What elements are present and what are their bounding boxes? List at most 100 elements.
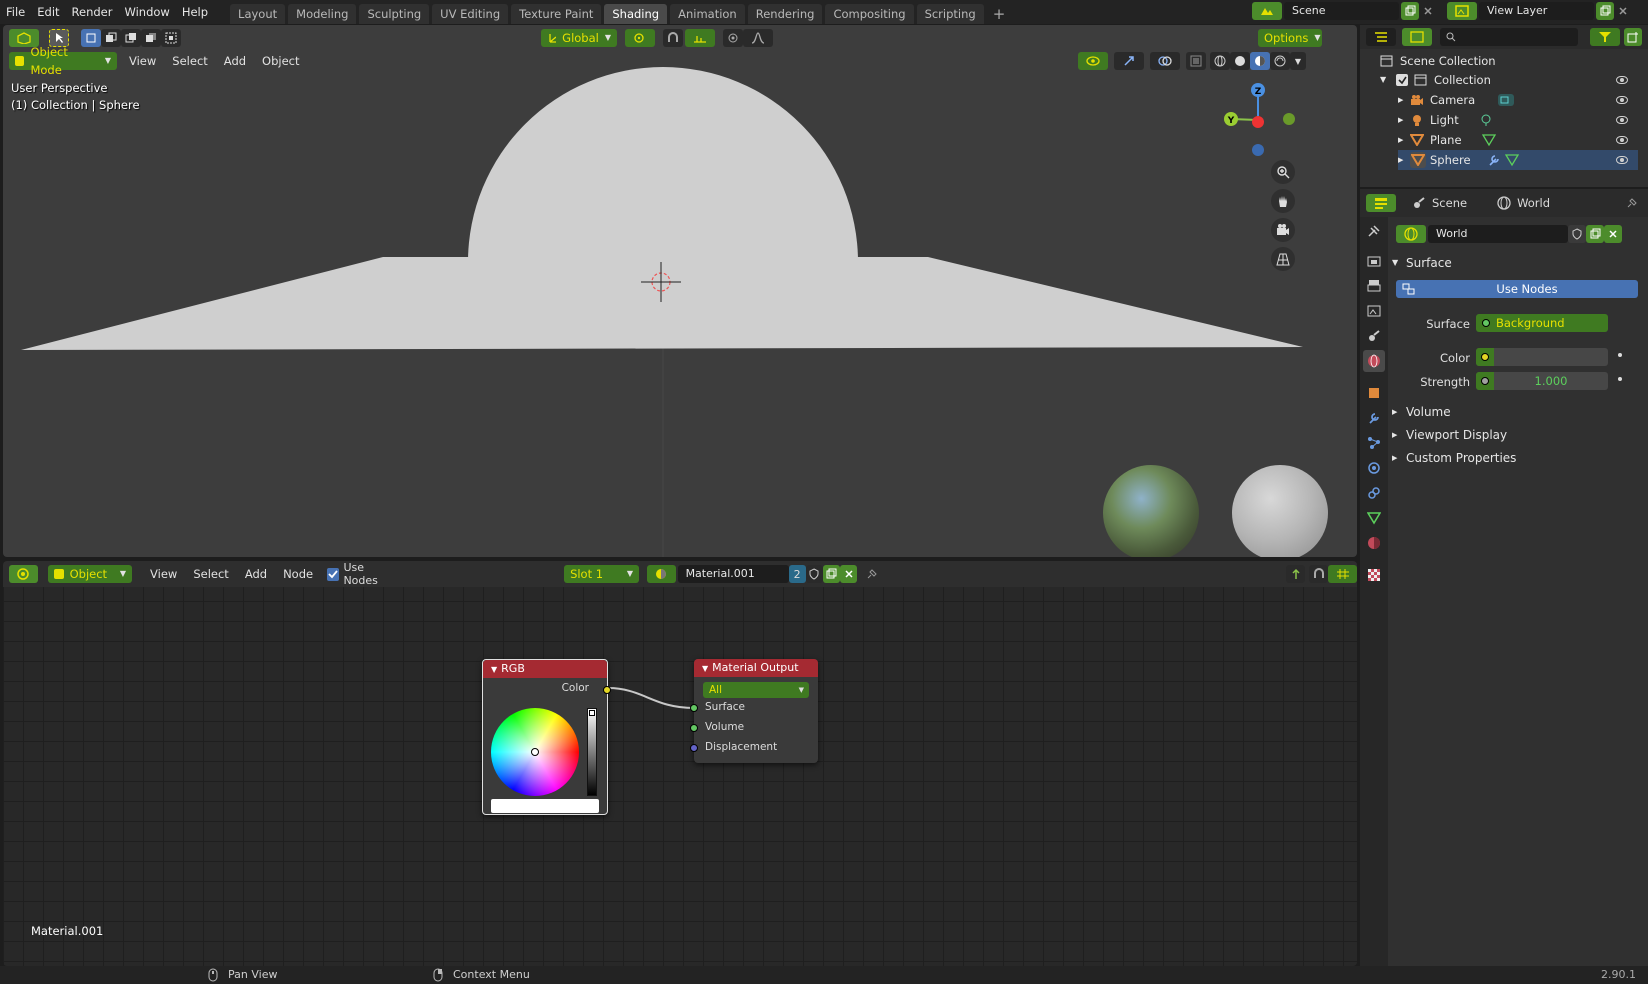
properties-editor-type-icon[interactable] (1366, 194, 1396, 212)
expand-triangle-icon[interactable]: ▶ (1398, 90, 1410, 110)
tab-animation[interactable]: Animation (670, 4, 745, 24)
outliner-editor-type-icon[interactable] (1366, 28, 1396, 46)
transform-orientation-dropdown[interactable]: Global ▼ (541, 29, 617, 47)
outliner-item-sphere[interactable]: ▶ Sphere (1398, 150, 1638, 170)
view-layer-icon[interactable] (1447, 2, 1477, 20)
tab-texture-paint[interactable]: Texture Paint (511, 4, 602, 24)
world-browse-icon[interactable] (1396, 225, 1426, 243)
menu-file[interactable]: File (0, 0, 31, 24)
scene-icon[interactable] (1252, 2, 1282, 20)
chevron-down-icon[interactable]: ▼ (1290, 52, 1306, 70)
world-tab-icon[interactable] (1363, 350, 1385, 372)
scene-field[interactable]: Scene (1284, 2, 1399, 20)
displacement-input-socket[interactable] (690, 744, 698, 752)
color-field[interactable] (1476, 348, 1608, 366)
keyframe-dot-icon[interactable] (1618, 377, 1622, 381)
volume-input-socket[interactable] (690, 724, 698, 732)
color-wheel[interactable] (491, 708, 579, 796)
wireframe-shading-icon[interactable] (1210, 52, 1230, 70)
value-slider-handle[interactable] (589, 710, 595, 716)
surface-panel-header[interactable]: ▼ Surface (1392, 252, 1642, 274)
xray-icon[interactable] (1186, 52, 1206, 70)
tool-tab-icon[interactable] (1363, 220, 1385, 242)
delete-scene-icon[interactable] (1419, 2, 1437, 20)
tab-scripting[interactable]: Scripting (916, 4, 984, 24)
fake-user-shield-icon[interactable] (1568, 225, 1586, 243)
tab-sculpting[interactable]: Sculpting (359, 4, 430, 24)
outliner-item-plane[interactable]: ▶ Plane (1398, 130, 1638, 150)
strength-field[interactable]: 1.000 (1476, 372, 1608, 390)
menu-render[interactable]: Render (66, 0, 119, 24)
visibility-icon[interactable] (1078, 52, 1108, 70)
overlays-icon[interactable] (1150, 52, 1180, 70)
expand-triangle-icon[interactable]: ▼ (1380, 70, 1396, 90)
collapse-triangle-icon[interactable]: ▼ (702, 664, 708, 673)
visibility-eye-icon[interactable] (1616, 96, 1628, 104)
tab-uv-editing[interactable]: UV Editing (432, 4, 509, 24)
pan-hand-icon[interactable] (1271, 189, 1295, 213)
unlink-world-icon[interactable] (1604, 225, 1622, 243)
select-mode-extend-icon[interactable] (101, 29, 121, 47)
outliner-item-light[interactable]: ▶ Light (1398, 110, 1638, 130)
expand-triangle-icon[interactable]: ▶ (1398, 130, 1410, 150)
custom-properties-panel-header[interactable]: ▶ Custom Properties (1392, 447, 1642, 469)
value-slider[interactable] (587, 708, 597, 796)
keyframe-dot-icon[interactable] (1618, 353, 1622, 357)
viewport-menu-view[interactable]: View (123, 52, 162, 70)
collapse-triangle-icon[interactable]: ▼ (491, 665, 497, 674)
color-swatch[interactable] (491, 799, 599, 813)
pivot-point-icon[interactable] (625, 29, 655, 47)
material-tab-icon[interactable] (1363, 532, 1385, 554)
constraints-tab-icon[interactable] (1363, 482, 1385, 504)
visibility-eye-icon[interactable] (1616, 156, 1628, 164)
delete-view-layer-icon[interactable] (1614, 2, 1632, 20)
new-collection-icon[interactable] (1624, 28, 1642, 46)
material-preview-shading-icon[interactable] (1250, 52, 1270, 70)
mode-dropdown[interactable]: Object Mode ▼ (9, 45, 117, 77)
perspective-grid-icon[interactable] (1271, 247, 1295, 271)
snap-icon[interactable] (663, 29, 683, 47)
render-tab-icon[interactable] (1363, 250, 1385, 272)
object-tab-icon[interactable] (1363, 382, 1385, 404)
tab-layout[interactable]: Layout (230, 4, 286, 24)
rgb-node-header[interactable]: ▼ RGB (483, 660, 607, 678)
select-mode-intersect-icon[interactable] (161, 29, 181, 47)
gizmo-toggle-icon[interactable] (1114, 52, 1144, 70)
filter-icon[interactable] (1590, 28, 1620, 46)
viewport-menu-object[interactable]: Object (256, 52, 305, 70)
viewport-menu-add[interactable]: Add (218, 52, 252, 70)
outliner-scene-collection[interactable]: Scene Collection (1380, 51, 1496, 71)
tab-rendering[interactable]: Rendering (747, 4, 823, 24)
viewport-display-panel-header[interactable]: ▶ Viewport Display (1392, 424, 1642, 446)
menu-edit[interactable]: Edit (31, 0, 65, 24)
menu-help[interactable]: Help (176, 0, 214, 24)
camera-view-icon[interactable] (1271, 218, 1295, 242)
rendered-shading-icon[interactable] (1270, 52, 1290, 70)
tab-shading[interactable]: Shading (604, 4, 668, 24)
viewport-menu-select[interactable]: Select (166, 52, 213, 70)
data-tab-icon[interactable] (1363, 507, 1385, 529)
menu-window[interactable]: Window (118, 0, 175, 24)
rgb-color-output-socket[interactable] (603, 686, 611, 694)
solid-shading-icon[interactable] (1230, 52, 1250, 70)
view-layer-tab-icon[interactable] (1363, 300, 1385, 322)
outliner-search-input[interactable] (1440, 28, 1578, 46)
visibility-eye-icon[interactable] (1616, 136, 1628, 144)
visibility-eye-icon[interactable] (1616, 116, 1628, 124)
3d-viewport[interactable]: Global ▼ Options ▼ Object Mode ▼ View Se… (3, 25, 1357, 557)
options-dropdown[interactable]: Options ▼ (1258, 29, 1322, 47)
view-layer-field[interactable]: View Layer (1479, 2, 1594, 20)
navigation-gizmo[interactable]: Z Y (1223, 80, 1313, 190)
scene-tab-icon[interactable] (1363, 325, 1385, 347)
outliner-item-camera[interactable]: ▶ Camera (1398, 90, 1638, 110)
output-tab-icon[interactable] (1363, 275, 1385, 297)
output-target-dropdown[interactable]: All ▼ (703, 682, 809, 698)
material-output-header[interactable]: ▼ Material Output (694, 659, 818, 677)
rgb-node[interactable]: ▼ RGB Color (482, 659, 611, 815)
collection-checkbox[interactable] (1396, 74, 1408, 86)
particles-tab-icon[interactable] (1363, 432, 1385, 454)
falloff-icon[interactable] (743, 29, 773, 47)
modifier-tab-icon[interactable] (1363, 407, 1385, 429)
tab-compositing[interactable]: Compositing (825, 4, 914, 24)
proportional-editing-icon[interactable] (723, 29, 743, 47)
